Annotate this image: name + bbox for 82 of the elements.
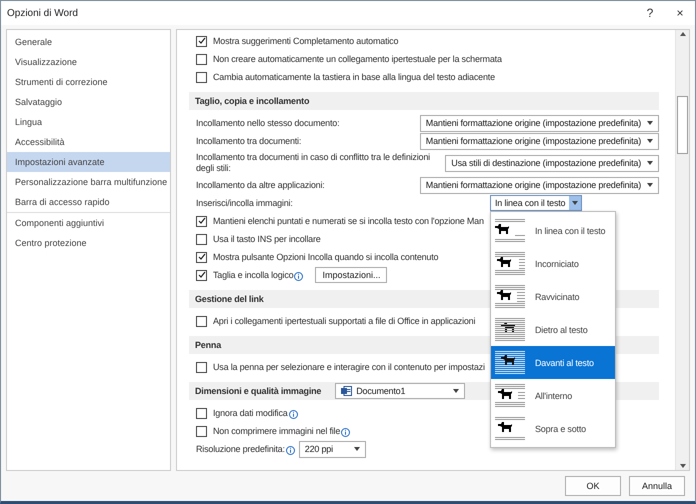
checkbox-label: Mantieni elenchi puntati e numerati se si incolla testo con l'opzione Man (213, 216, 484, 226)
field-label: Incollamento tra documenti in caso di conflitto tra le definizioni degli stili: (196, 152, 431, 174)
close-button[interactable]: × (665, 6, 695, 20)
text-wrap-icon (495, 218, 525, 243)
checkbox[interactable] (196, 36, 207, 46)
text-wrap-icon (495, 317, 525, 342)
sidebar-item[interactable]: Impostazioni avanzate (7, 152, 170, 172)
caret-icon (354, 447, 360, 451)
ok-button[interactable]: OK (565, 476, 621, 496)
scroll-up-icon[interactable] (680, 32, 686, 36)
caret-icon (647, 183, 653, 187)
settings-button[interactable]: Impostazioni... (315, 267, 388, 283)
menu-item[interactable]: Davanti al testo (491, 346, 615, 379)
checkbox-label: Usa il tasto INS per incollare (213, 234, 321, 244)
checkbox[interactable] (196, 234, 207, 244)
checkbox[interactable] (196, 72, 207, 82)
dropdown[interactable]: 220 ppi (298, 440, 366, 458)
scroll-down-icon[interactable] (680, 464, 686, 468)
text-wrap-icon (495, 251, 525, 276)
checkbox[interactable] (196, 216, 207, 226)
checkbox-label: Mostra pulsante Opzioni Incolla quando si incolla contenuto (213, 252, 438, 262)
text-wrap-icon (495, 383, 525, 408)
document-dropdown[interactable]: Documento1 (335, 383, 466, 399)
dropdown[interactable]: Mantieni formattazione origine (impostazione predefinita) (420, 176, 659, 194)
menu-item[interactable]: Sopra e sotto (491, 412, 615, 445)
checkbox[interactable] (196, 362, 207, 372)
text-wrap-icon (495, 350, 525, 375)
field-label: Incollamento nello stesso documento: (196, 118, 340, 128)
sidebar-item[interactable]: Lingua (7, 112, 170, 132)
text-wrap-icon (495, 284, 525, 309)
section-title: Dimensioni e qualità immagine (195, 385, 322, 398)
sidebar-item[interactable]: Componenti aggiuntivi (7, 213, 170, 233)
checkbox-label: Ignora dati modifica (213, 408, 288, 418)
field-label: Inserisci/incolla immagini: (196, 198, 294, 208)
menu-item[interactable]: In linea con il testo (491, 214, 615, 247)
sidebar-item[interactable]: Barra di accesso rapido (7, 192, 170, 212)
menu-item[interactable]: Dietro al testo (491, 313, 615, 346)
caret-icon (647, 161, 653, 165)
menu-item[interactable]: Incorniciato (491, 247, 615, 280)
document-icon (341, 386, 352, 396)
sidebar-item[interactable]: Personalizzazione barra multifunzione (7, 172, 170, 192)
dropdown[interactable]: In linea con il testo (490, 195, 582, 211)
caret-icon (647, 121, 653, 125)
checkbox-label: Non creare automaticamente un collegamento ipertestuale per la schermata (213, 54, 502, 64)
checkbox[interactable] (196, 426, 207, 436)
checkbox[interactable] (196, 54, 207, 64)
checkbox[interactable] (196, 408, 207, 418)
section-title: Gestione del link (195, 293, 264, 306)
section-title: Taglio, copia e incollamento (195, 95, 310, 108)
checkbox-label: Non comprimere immagini nel file (213, 426, 340, 436)
dropdown[interactable]: Mantieni formattazione origine (impostazione predefinita) (420, 132, 659, 150)
checkbox[interactable] (196, 270, 207, 280)
caret-icon (647, 139, 653, 143)
field-label: Incollamento tra documenti: (196, 136, 302, 146)
sidebar-item[interactable]: Strumenti di correzione (7, 72, 170, 92)
checkbox-label: Apri i collegamenti ipertestuali supportati a file di Office in applicazioni (213, 316, 476, 326)
sidebar-item[interactable]: Visualizzazione (7, 52, 170, 72)
checkbox[interactable] (196, 316, 207, 326)
sidebar-item[interactable]: Centro protezione (7, 233, 170, 253)
sidebar-item[interactable]: Salvataggio (7, 92, 170, 112)
text-wrap-icon (495, 416, 525, 441)
checkbox-label: Mostra suggerimenti Completamento automatico (213, 36, 398, 46)
menu-item[interactable]: Ravvicinato (491, 280, 615, 313)
field-label: Risoluzione predefinita: (196, 444, 285, 454)
dropdown[interactable]: Mantieni formattazione origine (impostazione predefinita) (420, 114, 659, 132)
scroll-thumb[interactable] (677, 96, 688, 154)
help-button[interactable]: ? (635, 6, 665, 20)
checkbox-label: Taglia e incolla logico (213, 270, 294, 280)
dropdown[interactable]: Usa stili di destinazione (impostazione predefinita) (445, 154, 659, 172)
caret-icon (572, 201, 578, 205)
menu-item[interactable]: All'interno (491, 379, 615, 412)
caret-icon (453, 389, 460, 393)
window-title: Opzioni di Word (7, 8, 79, 18)
sidebar-item[interactable]: Accessibilità (7, 132, 170, 152)
sidebar-item[interactable]: Generale (7, 32, 170, 52)
checkbox[interactable] (196, 252, 207, 262)
cancel-button[interactable]: Annulla (629, 476, 685, 496)
checkbox-label: Cambia automaticamente la tastiera in base alla lingua del testo adiacente (213, 72, 495, 82)
field-label: Incollamento da altre applicazioni: (196, 180, 325, 190)
checkbox-label: Usa la penna per selezionare e interagire con il contenuto per impostazi (213, 362, 485, 372)
scrollbar[interactable] (675, 30, 689, 470)
section-title: Penna (195, 339, 222, 352)
